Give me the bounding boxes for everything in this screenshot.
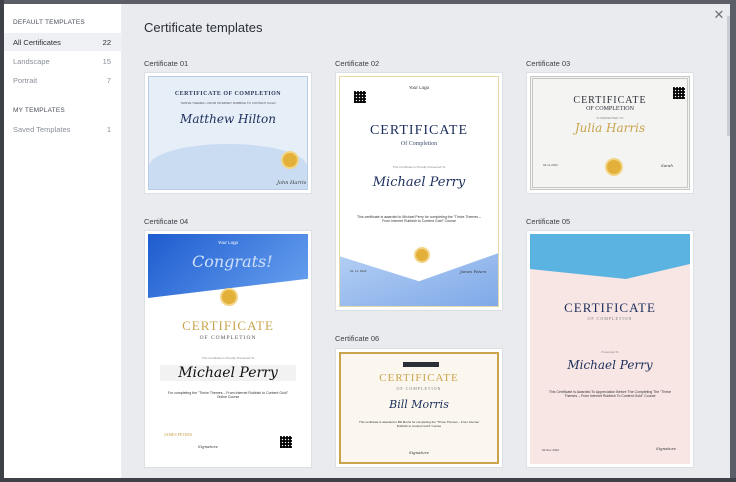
sidebar-item-count: 22 [102, 37, 111, 47]
certificate-body: For completing the "Thrive Themes – From… [168, 391, 288, 399]
sidebar-item-count: 1 [106, 124, 111, 134]
backdrop [0, 478, 736, 482]
congrats-banner-text: Congrats! [192, 252, 273, 271]
issue-date: 02. 11. 2022 [350, 269, 367, 273]
signature: Signature [656, 446, 677, 451]
qr-code-image [354, 91, 366, 103]
seal-badge [220, 288, 238, 306]
card-label: Certificate 05 [526, 217, 571, 226]
certificate-heading: CERTIFICATE [182, 318, 274, 333]
sidebar-item-label: Saved Templates [13, 124, 71, 134]
recipient-name: Bill Morris [389, 398, 449, 411]
template-sidebar: DEFAULT TEMPLATES All Certificates 22 La… [4, 4, 122, 478]
certificate-02-preview: Your Logo CERTIFICATE Of Completion This… [339, 76, 499, 307]
signature: Sarah [661, 163, 673, 168]
sidebar-item-all-certificates[interactable]: All Certificates 22 [4, 33, 122, 51]
certificate-01-preview: CERTIFICATE OF COMPLETION THRIVE THEMES … [148, 76, 308, 190]
issue-date: 02 Nov 2022 [542, 448, 560, 452]
card-label: Certificate 01 [144, 59, 189, 68]
sidebar-item-label: All Certificates [13, 37, 61, 47]
logo-text: Your Logo [217, 240, 239, 245]
card-label: Certificate 06 [335, 334, 380, 343]
sidebar-item-count: 15 [102, 56, 111, 66]
sidebar-item-label: Landscape [13, 56, 50, 66]
issue-date: 02.11.2022 [543, 163, 558, 167]
card-label: Certificate 03 [526, 59, 571, 68]
seal-badge [414, 247, 430, 263]
certificate-heading: CERTIFICATE [379, 372, 459, 384]
sidebar-item-saved-templates[interactable]: Saved Templates 1 [4, 120, 122, 138]
card-label: Certificate 02 [335, 59, 380, 68]
certificate-subheading: OF COMPLETION [586, 106, 634, 112]
certificate-05-preview: CERTIFICATE OF COMPLETION Presented To M… [530, 234, 690, 464]
page-title: Certificate templates [144, 20, 263, 35]
card-label: Certificate 04 [144, 217, 189, 226]
recipient-name: Matthew Hilton [180, 112, 276, 126]
certificate-heading: CERTIFICATE [564, 300, 656, 315]
presented-text: This Certificate is Proudly Presented To [201, 356, 255, 360]
recipient-name: Michael Perry [567, 358, 653, 372]
certificate-templates-modal: DEFAULT TEMPLATES All Certificates 22 La… [4, 4, 730, 478]
certificate-03-preview: CERTIFICATE OF COMPLETION IS PRESENTED T… [530, 76, 690, 190]
recipient-name: Julia Harris [574, 121, 646, 135]
sidebar-item-label: Portrait [13, 75, 38, 85]
templates-grid-area: Certificate templates ✕ Certificate 01 C… [122, 4, 730, 478]
certificate-heading: CERTIFICATE [369, 123, 469, 138]
certificate-heading: CERTIFICATE OF COMPLETION [174, 91, 282, 97]
signer-name: JAMES PETERS [164, 432, 193, 437]
certificate-subheading: OF COMPLETION [396, 386, 442, 391]
scrollbar[interactable] [727, 16, 730, 136]
certificate-body: This certificate is awarded to Michael P… [357, 215, 481, 223]
default-templates-heading: DEFAULT TEMPLATES [13, 19, 85, 26]
certificate-heading: CERTIFICATE [573, 95, 647, 106]
presented-text: IS PRESENTED TO [596, 116, 624, 120]
certificate-06-card[interactable]: CERTIFICATE OF COMPLETION Bill Morris Th… [335, 348, 503, 468]
sidebar-item-count: 7 [106, 75, 111, 85]
recipient-name: Michael Perry [160, 365, 296, 381]
ribbon-decoration [403, 362, 439, 367]
seal-badge [281, 151, 299, 169]
certificate-body: This Certificate Is Awarded To Appreciat… [548, 390, 672, 398]
qr-code-image [280, 436, 292, 448]
certificate-subheading: Of Completion [400, 141, 438, 147]
certificate-subline: THRIVE THEMES • FROM INTERNET RUBBISH TO… [180, 101, 276, 105]
certificate-02-card[interactable]: Your Logo CERTIFICATE Of Completion This… [335, 72, 503, 311]
sidebar-item-landscape[interactable]: Landscape 15 [4, 52, 122, 70]
certificate-03-card[interactable]: CERTIFICATE OF COMPLETION IS PRESENTED T… [526, 72, 694, 194]
certificate-body: This certificate is awarded to Bill Morr… [359, 420, 479, 428]
sidebar-item-portrait[interactable]: Portrait 7 [4, 71, 122, 89]
signature: Signature [198, 444, 219, 449]
my-templates-heading: MY TEMPLATES [13, 107, 65, 114]
certificate-01-card[interactable]: CERTIFICATE OF COMPLETION THRIVE THEMES … [144, 72, 312, 194]
certificate-subheading: OF COMPLETION [587, 316, 633, 321]
signature: Signature [408, 450, 429, 455]
presented-text: This Certificate is Proudly Presented To [392, 165, 446, 169]
signature: James Peters [460, 269, 487, 274]
seal-badge [605, 158, 623, 176]
certificate-06-preview: CERTIFICATE OF COMPLETION Bill Morris Th… [339, 352, 499, 464]
certificate-05-card[interactable]: CERTIFICATE OF COMPLETION Presented To M… [526, 230, 694, 468]
logo-text: Your Logo [408, 85, 430, 90]
presented-text: Presented To [601, 350, 619, 354]
blue-banner [530, 234, 690, 279]
certificate-subheading: OF COMPLETION [199, 335, 257, 341]
close-icon[interactable]: ✕ [712, 8, 726, 22]
certificate-04-preview: Your Logo Congrats! CERTIFICATE OF COMPL… [148, 234, 308, 464]
signature: John Harris [277, 180, 307, 186]
certificate-04-card[interactable]: Your Logo Congrats! CERTIFICATE OF COMPL… [144, 230, 312, 468]
recipient-name: Michael Perry [372, 175, 466, 190]
